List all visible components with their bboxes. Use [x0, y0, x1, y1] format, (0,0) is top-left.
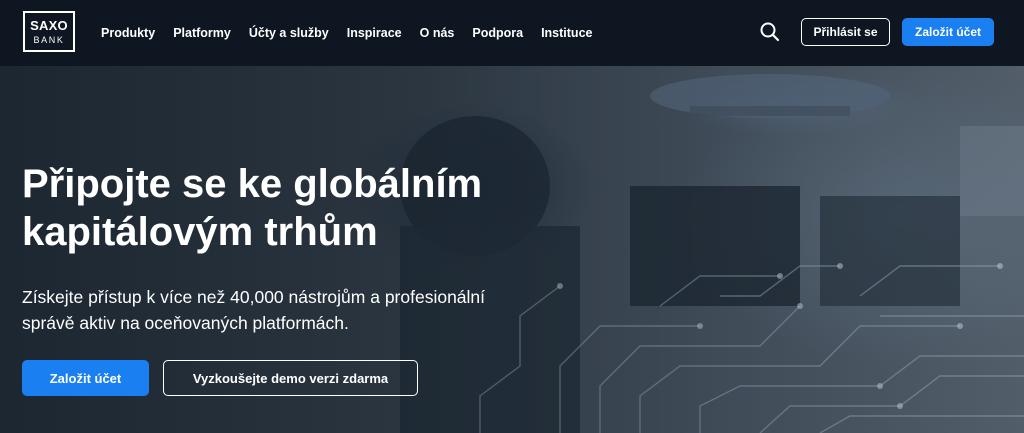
main-nav: Produkty Platformy Účty a služby Inspira… [101, 0, 610, 66]
search-icon[interactable] [759, 21, 781, 43]
logo-text-bottom: BANK [33, 34, 65, 45]
saxo-bank-logo[interactable]: SAXO BANK [23, 11, 75, 52]
nav-item-instituce[interactable]: Instituce [541, 26, 592, 40]
hero-subtitle: Získejte přístup k více než 40,000 nástr… [22, 284, 542, 336]
nav-item-produkty[interactable]: Produkty [101, 26, 155, 40]
page: SAXO BANK Produkty Platformy Účty a služ… [0, 0, 1024, 433]
site-header: SAXO BANK Produkty Platformy Účty a služ… [0, 0, 1024, 66]
hero-title-line-2: kapitálovým trhům [22, 210, 378, 254]
hero-subtitle-line-1: Získejte přístup k více než 40,000 nástr… [22, 287, 486, 307]
nav-item-o-nas[interactable]: O nás [420, 26, 455, 40]
signup-button[interactable]: Založit účet [902, 18, 994, 46]
nav-item-podpora[interactable]: Podpora [472, 26, 523, 40]
hero-subtitle-line-2: správě aktiv na oceňovaných platformách. [22, 313, 349, 333]
hero-section: Připojte se ke globálním kapitálovým trh… [0, 66, 1024, 433]
hero-signup-button[interactable]: Založit účet [22, 360, 149, 396]
nav-item-platformy[interactable]: Platformy [173, 26, 231, 40]
hero-title: Připojte se ke globálním kapitálovým trh… [22, 160, 582, 256]
hero-demo-button[interactable]: Vyzkoušejte demo verzi zdarma [163, 360, 418, 396]
nav-item-inspirace[interactable]: Inspirace [347, 26, 402, 40]
login-button[interactable]: Přihlásit se [801, 18, 890, 46]
nav-item-ucty-a-sluzby[interactable]: Účty a služby [249, 26, 329, 40]
logo-text-top: SAXO [30, 17, 68, 33]
hero-title-line-1: Připojte se ke globálním [22, 162, 483, 206]
